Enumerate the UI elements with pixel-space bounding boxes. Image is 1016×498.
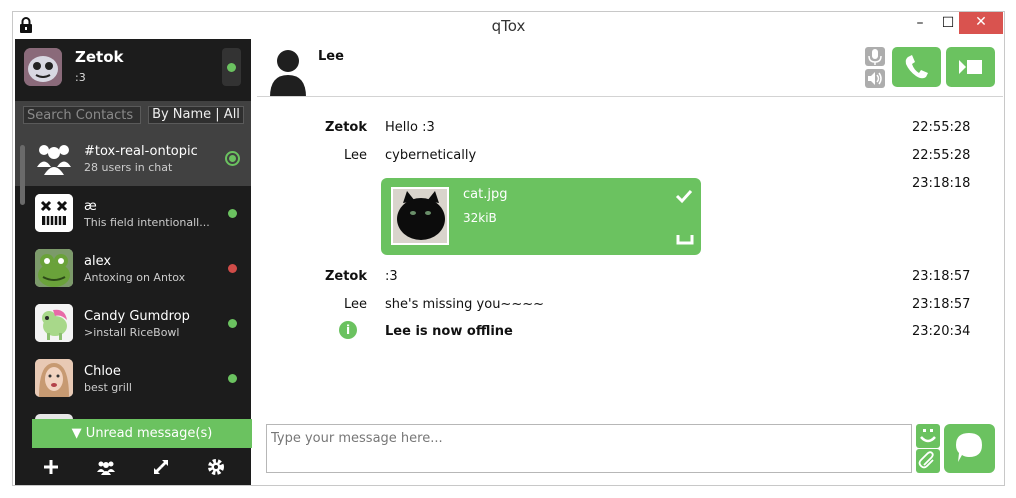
- smiley-icon: [920, 429, 936, 443]
- group-status-indicator: [225, 151, 240, 166]
- sidebar-toolbar: [15, 448, 251, 485]
- unread-messages-button[interactable]: ▼ Unread message(s): [32, 419, 252, 448]
- message-author: Lee: [343, 148, 367, 163]
- pony-avatar-icon: [35, 304, 73, 342]
- message-timestamp: 23:20:34: [912, 324, 971, 339]
- contact-status-message: best grill: [84, 381, 132, 394]
- contact-item[interactable]: Candy Gumdrop >install RiceBowl: [15, 296, 251, 351]
- chat-message: Lee cybernetically 22:55:28: [257, 148, 1003, 170]
- message-timestamp: 23:18:18: [912, 176, 971, 191]
- title-bar: qTox – ☐ ✕: [13, 12, 1004, 39]
- message-author: Zetok: [324, 269, 367, 284]
- contact-status-message: 28 users in chat: [84, 161, 173, 174]
- video-call-button[interactable]: [946, 47, 995, 87]
- contact-avatar: [35, 359, 73, 397]
- contact-list-scrollbar[interactable]: [20, 145, 25, 205]
- message-timestamp: 23:18:57: [912, 269, 971, 284]
- send-button[interactable]: [944, 424, 995, 473]
- contact-name: #tox-real-ontopic: [84, 144, 198, 159]
- message-area: Zetok Hello :3 22:55:28 Lee cybernetical…: [257, 97, 1003, 417]
- frog-avatar-icon: [35, 249, 73, 287]
- contact-avatar: [35, 249, 73, 287]
- contact-item-group[interactable]: #tox-real-ontopic 28 users in chat: [15, 131, 251, 186]
- audio-call-button[interactable]: [892, 47, 941, 87]
- message-text: :3: [385, 269, 398, 284]
- online-status-dot: [228, 374, 237, 383]
- chat-contact-name: Lee: [318, 49, 344, 64]
- attach-file-button[interactable]: [916, 449, 940, 473]
- group-icon: [35, 139, 73, 177]
- contact-name: Candy Gumdrop: [84, 309, 190, 324]
- message-timestamp: 22:55:28: [912, 120, 971, 135]
- contact-status-message: >install RiceBowl: [84, 326, 180, 339]
- message-text: Hello :3: [385, 120, 435, 135]
- online-status-dot: [228, 209, 237, 218]
- contact-filter-button[interactable]: By Name | All: [148, 106, 244, 124]
- contact-list: #tox-real-ontopic 28 users in chat æ Thi…: [15, 131, 251, 431]
- settings-icon[interactable]: [206, 457, 226, 477]
- busy-status-dot: [228, 264, 237, 273]
- file-size: 32kiB: [463, 211, 497, 225]
- group-icon[interactable]: [96, 457, 116, 477]
- sidebar: Zetok :3 Search Contacts By Name | All #…: [15, 39, 252, 485]
- profile-avatar[interactable]: [24, 48, 62, 86]
- message-timestamp: 22:55:28: [912, 148, 971, 163]
- file-thumbnail[interactable]: [391, 187, 449, 245]
- user-avatar-icon: [270, 50, 306, 97]
- chat-message: Zetok Hello :3 22:55:28: [257, 120, 1003, 142]
- profile-name[interactable]: Zetok: [75, 48, 124, 66]
- profile-status-message[interactable]: :3: [75, 71, 86, 84]
- message-input[interactable]: [271, 428, 901, 448]
- chat-message: Lee she's missing you~~~~ 23:18:57: [257, 297, 1003, 319]
- contact-name: alex: [84, 254, 112, 269]
- contact-name: Chloe: [84, 364, 121, 379]
- transfer-icon[interactable]: [151, 457, 171, 477]
- message-author: Zetok: [324, 120, 367, 135]
- message-text: she's missing you~~~~: [385, 297, 545, 312]
- contact-search-bar: Search Contacts By Name | All: [15, 101, 251, 131]
- checkmark-icon: [675, 189, 693, 204]
- open-folder-icon[interactable]: [676, 233, 694, 245]
- add-icon[interactable]: [41, 457, 61, 477]
- video-camera-icon: [959, 60, 982, 74]
- window-title: qTox: [491, 17, 526, 35]
- phone-icon: [905, 55, 928, 79]
- volume-button[interactable]: [865, 69, 885, 88]
- portrait-avatar-icon: [35, 359, 73, 397]
- contact-avatar: [35, 304, 73, 342]
- search-contacts-input[interactable]: Search Contacts: [23, 106, 141, 124]
- speaker-icon: [868, 72, 882, 85]
- contact-avatar: [35, 194, 73, 232]
- contact-status-message: Antoxing on Antox: [84, 271, 186, 284]
- system-message-text: Lee is now offline: [385, 324, 513, 339]
- microphone-button[interactable]: [865, 47, 885, 66]
- microphone-icon: [868, 49, 882, 65]
- paperclip-icon: [918, 451, 934, 469]
- contact-item[interactable]: Chloe best grill: [15, 351, 251, 406]
- contact-item[interactable]: alex Antoxing on Antox: [15, 241, 251, 296]
- file-transfer-card[interactable]: cat.jpg 32kiB: [381, 178, 701, 255]
- system-message: Lee is now offline 23:20:34: [257, 324, 1003, 346]
- close-button[interactable]: ✕: [959, 12, 1003, 34]
- online-status-dot: [227, 63, 236, 72]
- contact-status-message: This field intentionall...: [84, 216, 210, 229]
- message-composer: [266, 424, 912, 473]
- contact-name: æ: [84, 199, 97, 214]
- x-eyes-face-icon: [35, 194, 73, 232]
- file-name: cat.jpg: [463, 187, 508, 202]
- speech-bubble-icon: [956, 433, 982, 462]
- message-author: Lee: [343, 297, 367, 312]
- status-selector-button[interactable]: [222, 48, 241, 86]
- emoji-button[interactable]: [916, 424, 940, 448]
- chat-message: Zetok :3 23:18:57: [257, 269, 1003, 291]
- online-status-dot: [228, 319, 237, 328]
- message-timestamp: 23:18:57: [912, 297, 971, 312]
- cat-photo-icon: [393, 189, 447, 243]
- contact-item[interactable]: æ This field intentionall...: [15, 186, 251, 241]
- message-text: cybernetically: [385, 148, 477, 163]
- cat-avatar-icon: [24, 48, 62, 86]
- profile-panel: Zetok :3: [15, 39, 251, 101]
